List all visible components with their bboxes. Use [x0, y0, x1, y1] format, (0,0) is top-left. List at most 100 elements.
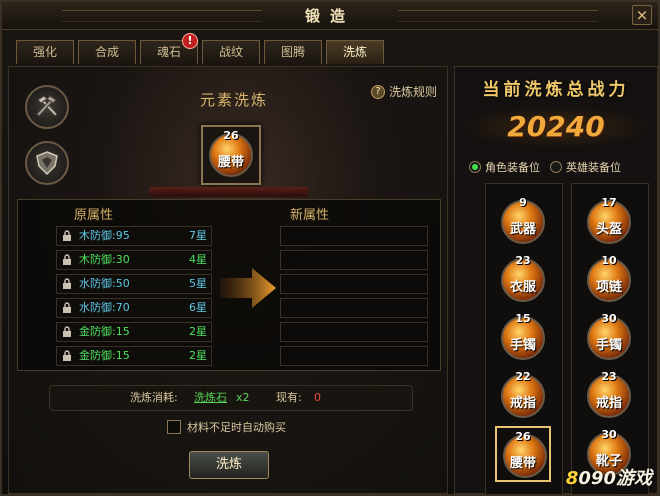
lock-icon [63, 350, 71, 361]
equip-column-right: 17 头盔 10 项链 30 手镯 23 戒指 30 靴子 [571, 183, 649, 495]
arrow-right-icon [220, 268, 276, 308]
attr-text: 金防御:15 [79, 349, 130, 362]
slot-level: 30 [601, 428, 617, 441]
tab-soulstone[interactable]: 魂石 ! [140, 33, 198, 64]
tab-soulstone-label: 魂石 [156, 45, 181, 59]
lock-icon [63, 326, 71, 337]
cost-bar: 洗炼消耗: 洗炼石 x2 现有: 0 [49, 385, 413, 411]
equip-slot-helmet[interactable]: 17 头盔 [581, 194, 637, 250]
refine-panel: 元素洗炼 ? 洗炼规则 26 腰带 原属性 新属性 木防御:95 7星 木防御:… [8, 66, 448, 494]
auto-buy-label: 材料不足时自动购买 [187, 421, 286, 434]
help-icon: ? [370, 84, 385, 99]
equip-slot-weapon[interactable]: 9 武器 [495, 194, 551, 250]
attr-row[interactable]: 木防御:95 7星 [56, 226, 212, 246]
equip-slot-bracelet-right[interactable]: 30 手镯 [581, 310, 637, 366]
attr-row[interactable]: 水防御:70 6星 [56, 298, 212, 318]
owned-label: 现有: [276, 391, 302, 404]
radio-off-icon [550, 161, 562, 173]
lock-icon [63, 278, 71, 289]
tab-synthesis[interactable]: 合成 [78, 40, 136, 64]
new-attr-header: 新属性 [290, 208, 330, 223]
radio-hero-equip[interactable]: 英雄装备位 [550, 159, 621, 175]
refine-rules-link[interactable]: ? 洗炼规则 [370, 83, 437, 100]
attr-stars: 7星 [189, 229, 207, 242]
rules-label: 洗炼规则 [388, 85, 437, 99]
close-button[interactable]: × [632, 5, 652, 25]
tab-bar: 强化 合成 魂石 ! 战纹 图腾 洗炼 [16, 33, 384, 64]
equip-position-toggle: 角色装备位 英雄装备位 [469, 159, 621, 175]
radio-role-equip[interactable]: 角色装备位 [469, 159, 540, 175]
refine-heading: 元素洗炼 [199, 91, 268, 109]
site-watermark-logo: 8090游戏 [565, 468, 652, 489]
hammer-icon[interactable] [25, 85, 69, 129]
slot-level: 22 [515, 370, 531, 383]
lock-icon [63, 254, 71, 265]
lock-icon [63, 230, 71, 241]
equip-slot-ring-left[interactable]: 22 戒指 [495, 368, 551, 424]
attr-stars: 2星 [189, 325, 207, 338]
slot-name: 项链 [595, 280, 622, 295]
slot-level: 23 [515, 254, 531, 267]
shield-icon[interactable] [25, 141, 69, 185]
attr-stars: 5星 [189, 277, 207, 290]
slot-level: 17 [601, 196, 617, 209]
slot-level: 10 [601, 254, 617, 267]
slot-name: 戒指 [509, 396, 536, 411]
attr-row[interactable]: 金防御:15 2星 [56, 346, 212, 366]
slot-name: 武器 [509, 222, 536, 237]
attr-row[interactable]: 水防御:50 5星 [56, 274, 212, 294]
attr-row[interactable]: 木防御:30 4星 [56, 250, 212, 270]
equip-slot-belt[interactable]: 26 腰带 [495, 426, 551, 482]
original-attr-header: 原属性 [74, 208, 114, 223]
new-attr-slot [280, 226, 428, 246]
refine-stone-link[interactable]: 洗炼石 [194, 386, 227, 410]
new-attr-slot [280, 346, 428, 366]
new-attr-slot [280, 274, 428, 294]
attr-text: 木防御:95 [79, 229, 130, 242]
slot-level: 26 [515, 430, 531, 443]
target-item-name: 腰带 [217, 155, 244, 170]
alert-badge-icon: ! [182, 33, 198, 49]
equip-slot-ring-right[interactable]: 23 戒指 [581, 368, 637, 424]
slot-level: 23 [601, 370, 617, 383]
equip-slot-armor[interactable]: 23 衣服 [495, 252, 551, 308]
attr-stars: 6星 [189, 301, 207, 314]
power-title: 当前洗炼总战力 [482, 80, 630, 100]
radio-on-icon [469, 161, 481, 173]
equip-slot-bracelet-left[interactable]: 15 手镯 [495, 310, 551, 366]
window-title: 锻造 [304, 7, 355, 25]
forge-window: 锻造 × 强化 合成 魂石 ! 战纹 图腾 洗炼 元素洗炼 ? 洗炼规则 26 … [0, 0, 660, 496]
radio-hero-label: 英雄装备位 [566, 161, 621, 174]
cost-multiplier: x2 [236, 391, 250, 404]
target-item-slot[interactable]: 26 腰带 [201, 125, 261, 185]
slot-level: 15 [515, 312, 531, 325]
tab-battle-pattern[interactable]: 战纹 [202, 40, 260, 64]
tab-strengthen[interactable]: 强化 [16, 40, 74, 64]
equip-column-left: 9 武器 23 衣服 15 手镯 22 戒指 26 腰带 [485, 183, 563, 495]
power-panel: 当前洗炼总战力 20240 角色装备位 英雄装备位 9 武器 23 衣服 15 … [454, 66, 658, 495]
auto-buy-toggle[interactable]: 材料不足时自动购买 [167, 419, 286, 435]
equip-slot-necklace[interactable]: 10 项链 [581, 252, 637, 308]
new-attr-slot [280, 298, 428, 318]
radio-role-label: 角色装备位 [485, 161, 540, 174]
new-attr-slot [280, 250, 428, 270]
tab-refine[interactable]: 洗炼 [326, 40, 384, 64]
title-bar: 锻造 × [2, 2, 658, 30]
attr-text: 水防御:50 [79, 277, 130, 290]
cost-label: 洗炼消耗: [130, 391, 178, 404]
slot-level: 30 [601, 312, 617, 325]
slot-name: 腰带 [509, 456, 536, 471]
power-value: 20240 [465, 107, 647, 147]
tab-totem[interactable]: 图腾 [264, 40, 322, 64]
altar-pedestal [149, 187, 309, 197]
attr-row[interactable]: 金防御:15 2星 [56, 322, 212, 342]
attr-stars: 4星 [189, 253, 207, 266]
slot-name: 手镯 [595, 338, 622, 353]
auto-buy-checkbox[interactable] [167, 420, 181, 434]
slot-name: 衣服 [509, 280, 536, 295]
slot-name: 头盔 [595, 222, 622, 237]
attribute-box: 原属性 新属性 木防御:95 7星 木防御:30 4星 水防御:50 5星 水防… [17, 199, 441, 371]
refine-button[interactable]: 洗炼 [189, 451, 269, 479]
attr-text: 金防御:15 [79, 325, 130, 338]
attr-text: 木防御:30 [79, 253, 130, 266]
